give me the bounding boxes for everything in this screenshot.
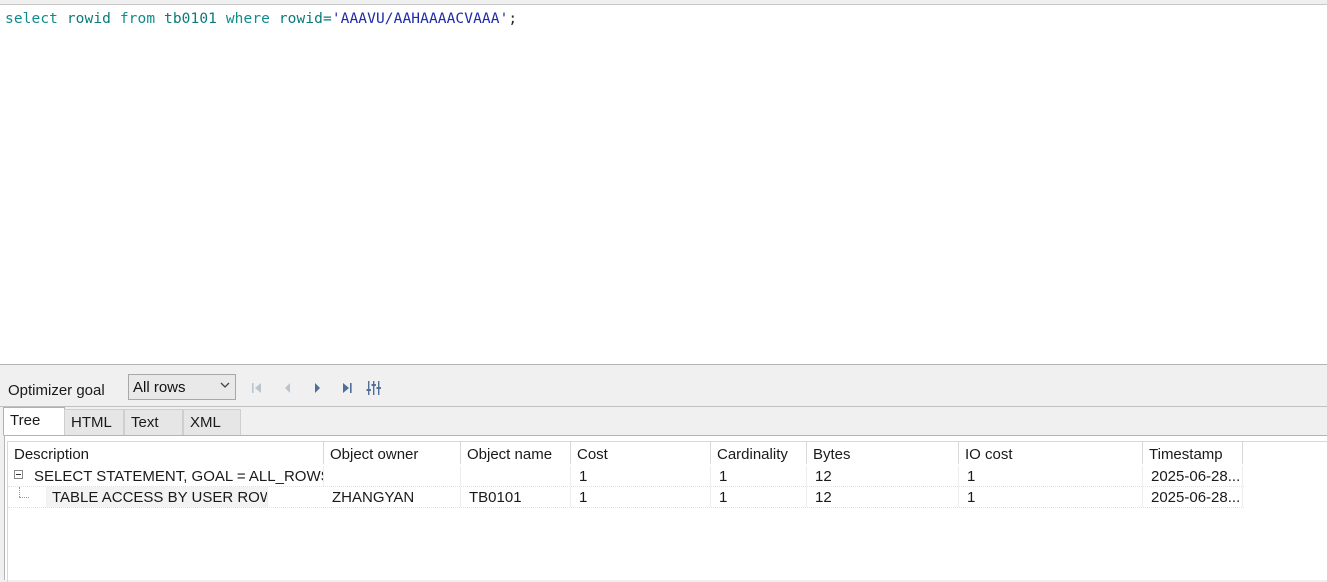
sql-token: rowid= <box>278 11 332 27</box>
previous-icon[interactable] <box>278 378 298 398</box>
cell-cost: 1 <box>571 466 711 486</box>
column-header-cost[interactable]: Cost <box>571 442 711 464</box>
plan-tabs: Tree HTML Text XML <box>0 407 1327 436</box>
cell-bytes: 12 <box>807 466 959 486</box>
sql-line: select rowid from tb0101 where rowid='AA… <box>5 9 517 29</box>
sql-token: ; <box>508 11 518 27</box>
column-header-description[interactable]: Description <box>8 442 324 464</box>
column-header-timestamp[interactable]: Timestamp <box>1143 442 1243 464</box>
sql-token: select <box>5 11 58 27</box>
tab-text[interactable]: Text <box>124 409 183 435</box>
cell-bytes: 12 <box>807 487 959 507</box>
cell-io-cost: 1 <box>959 487 1143 507</box>
column-header-io-cost[interactable]: IO cost <box>959 442 1143 464</box>
column-header-object-name[interactable]: Object name <box>461 442 571 464</box>
cell-owner <box>324 466 461 486</box>
cell-description: SELECT STATEMENT, GOAL = ALL_ROWS <box>26 466 324 486</box>
sql-token: where <box>225 11 270 27</box>
optimizer-goal-label: Optimizer goal <box>8 382 105 399</box>
first-icon[interactable] <box>247 378 267 398</box>
cell-owner: ZHANGYAN <box>324 487 461 507</box>
cell-cardinality: 1 <box>711 466 807 486</box>
table-row[interactable]: TABLE ACCESS BY USER ROWID ZHANGYAN TB01… <box>8 486 1244 508</box>
tab-tree[interactable]: Tree <box>3 407 65 436</box>
table-row[interactable]: SELECT STATEMENT, GOAL = ALL_ROWS 1 1 12… <box>8 466 1244 486</box>
column-header-object-owner[interactable]: Object owner <box>324 442 461 464</box>
next-icon[interactable] <box>307 378 327 398</box>
collapse-icon[interactable] <box>14 470 23 479</box>
plan-toolbar: Optimizer goal All rows <box>0 371 1327 407</box>
last-icon[interactable] <box>337 378 357 398</box>
cell-timestamp: 2025-06-28... <box>1143 466 1243 486</box>
tab-html[interactable]: HTML <box>64 409 124 435</box>
settings-sliders-icon[interactable] <box>364 378 384 398</box>
sql-token: from <box>119 11 156 27</box>
sql-string-literal: 'AAAVU/AAHAAAACVAAA' <box>331 11 509 27</box>
tab-xml[interactable]: XML <box>183 409 241 435</box>
sql-editor[interactable]: select rowid from tb0101 where rowid='AA… <box>0 4 1327 365</box>
column-header-bytes[interactable]: Bytes <box>807 442 959 464</box>
cell-cost: 1 <box>571 487 711 507</box>
plan-grid: Description Object owner Object name Cos… <box>7 441 1327 582</box>
cell-io-cost: 1 <box>959 466 1143 486</box>
optimizer-goal-select[interactable]: All rows <box>128 374 236 400</box>
plan-tree-panel: Description Object owner Object name Cos… <box>4 435 1327 582</box>
optimizer-goal-value: All rows <box>133 379 186 396</box>
cell-description: TABLE ACCESS BY USER ROWID <box>46 487 268 507</box>
sql-token: rowid <box>66 11 111 27</box>
cell-cardinality: 1 <box>711 487 807 507</box>
tree-branch-icon <box>19 497 29 499</box>
tree-connector-icon <box>19 487 21 497</box>
cell-name: TB0101 <box>461 487 571 507</box>
column-header-cardinality[interactable]: Cardinality <box>711 442 807 464</box>
sql-token: tb0101 <box>164 11 217 27</box>
chevron-down-icon <box>219 379 231 394</box>
cell-timestamp: 2025-06-28... <box>1143 487 1243 507</box>
cell-name <box>461 466 571 486</box>
